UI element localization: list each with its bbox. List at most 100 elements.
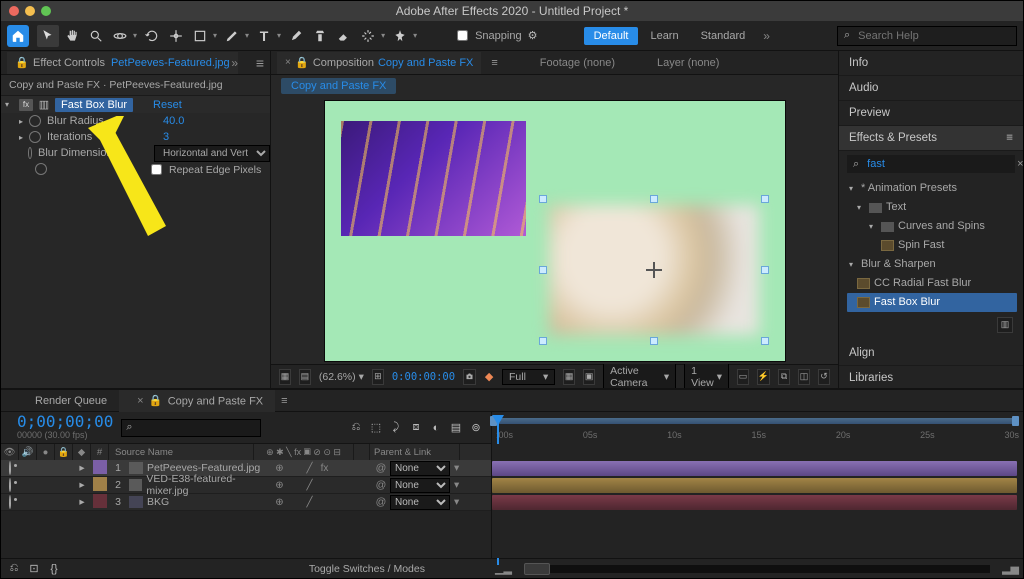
render-queue-tab[interactable]: Render Queue <box>23 391 119 411</box>
panel-effects-presets[interactable]: Effects & Presets ≡ <box>839 126 1023 151</box>
timeline-icon[interactable]: ⧉ <box>778 369 790 385</box>
timeline-comp-tab[interactable]: × 🔒 Copy and Paste FX <box>119 390 275 412</box>
transparency-grid-icon[interactable]: ▤ <box>299 369 311 385</box>
window-minimize-button[interactable] <box>25 6 35 16</box>
tree-blur-sharpen[interactable]: ▾Blur & Sharpen <box>847 255 1017 274</box>
parent-dropdown[interactable]: None <box>390 461 450 476</box>
twirl-icon[interactable]: ▸ <box>73 462 91 474</box>
stopwatch-icon[interactable] <box>29 115 41 127</box>
panel-preview[interactable]: Preview <box>839 101 1023 126</box>
tree-fast-box-blur[interactable]: Fast Box Blur <box>847 293 1017 312</box>
effect-name[interactable]: Fast Box Blur <box>55 98 133 112</box>
camera-dropdown[interactable]: Active Camera ▾ <box>603 363 676 391</box>
blur-radius-value[interactable]: 40.0 <box>163 115 184 127</box>
new-bin-icon[interactable]: ▥ <box>997 317 1013 333</box>
col-parent[interactable]: Parent & Link <box>370 444 460 460</box>
fast-preview-icon[interactable]: ⚡ <box>757 369 770 385</box>
effect-controls-layer-link[interactable]: PetPeeves-Featured.jpg <box>111 57 230 69</box>
composition-mini-flowchart-icon[interactable]: ⎌ <box>349 421 363 435</box>
toggle-switch-icon[interactable]: ⎌ <box>7 562 21 576</box>
label-color[interactable] <box>93 477 107 491</box>
view-layout-dropdown[interactable]: 1 View ▾ <box>684 363 729 391</box>
color-management-icon[interactable]: ◆ <box>484 370 494 384</box>
resize-handle[interactable] <box>539 337 547 345</box>
shape-tool[interactable] <box>189 25 211 47</box>
brush-tool[interactable] <box>285 25 307 47</box>
current-timecode[interactable]: 0:00:00:00 <box>392 371 455 383</box>
clear-search-icon[interactable]: × <box>1017 158 1023 170</box>
blur-dimensions-select[interactable]: Horizontal and Vert <box>154 145 270 162</box>
motion-blur-icon[interactable]: ◐ <box>429 421 443 435</box>
twirl-icon[interactable]: ▸ <box>73 479 91 491</box>
zoom-in-icon[interactable]: ▂▅ <box>998 562 1023 575</box>
snapshot-icon[interactable] <box>463 369 476 385</box>
composition-viewer[interactable] <box>271 97 838 364</box>
iterations-value[interactable]: 3 <box>163 131 169 143</box>
twirl-icon[interactable]: ▸ <box>19 133 23 142</box>
tree-cc-radial[interactable]: CC Radial Fast Blur <box>847 274 1017 293</box>
panel-menu-icon[interactable]: ≡ <box>1006 132 1013 144</box>
visibility-toggle[interactable] <box>9 495 11 509</box>
tree-text[interactable]: ▾Text <box>847 198 1017 217</box>
twirl-icon[interactable]: ▸ <box>19 117 23 126</box>
panel-menu-icon[interactable]: ≡ <box>256 55 264 71</box>
twirl-icon[interactable]: ▸ <box>73 496 91 508</box>
current-time-indicator[interactable] <box>492 415 504 429</box>
composition-tab[interactable]: × 🔒 Composition Copy and Paste FX <box>277 52 481 74</box>
type-tool[interactable]: T <box>253 25 275 47</box>
close-icon[interactable]: × <box>137 395 143 407</box>
toggle-switches-modes[interactable]: Toggle Switches / Modes <box>309 563 425 575</box>
comp-name-link[interactable]: Copy and Paste FX <box>378 57 473 69</box>
resolution-dropdown[interactable]: Full ▾ <box>502 369 555 385</box>
resize-handle[interactable] <box>650 195 658 203</box>
workspace-default[interactable]: Default <box>584 27 639 45</box>
workspace-standard[interactable]: Standard <box>691 26 756 46</box>
snapping-menu-icon[interactable]: ⚙ <box>526 29 540 43</box>
close-icon[interactable]: × <box>285 57 291 68</box>
effect-menu-icon[interactable]: ▥ <box>37 98 51 112</box>
help-search-input[interactable] <box>856 29 1010 43</box>
panel-info[interactable]: Info <box>839 51 1023 76</box>
pen-tool[interactable] <box>221 25 243 47</box>
visibility-toggle[interactable] <box>9 461 11 475</box>
label-color[interactable] <box>93 494 107 508</box>
clone-tool[interactable] <box>309 25 331 47</box>
effect-controls-tab[interactable]: 🔒 Effect Controls PetPeeves-Featured.jpg <box>7 52 238 74</box>
comp-flowchart-chip[interactable]: Copy and Paste FX <box>281 78 396 94</box>
layer-row-2[interactable]: ▸ 2 VED-E38-featured-mixer.jpg ⊕╱ @ None… <box>1 477 491 494</box>
pixel-aspect-icon[interactable]: ▭ <box>737 369 749 385</box>
layer-row-3[interactable]: ▸ 3 BKG ⊕╱ @ None▾ <box>1 494 491 511</box>
footage-tab[interactable]: Footage (none) <box>540 57 615 69</box>
stopwatch-icon[interactable] <box>28 147 33 159</box>
layer-search[interactable]: ⌕ <box>121 419 261 437</box>
work-area-bar[interactable] <box>492 418 1017 424</box>
resize-handle[interactable] <box>539 266 547 274</box>
snapping-toggle[interactable]: Snapping ⚙ <box>453 27 540 44</box>
tree-spin-fast[interactable]: Spin Fast <box>847 236 1017 255</box>
resize-handle[interactable] <box>761 266 769 274</box>
draft3d-icon[interactable]: ⬚ <box>369 421 383 435</box>
shy-icon[interactable]: ⤹ <box>389 421 403 435</box>
zoom-slider[interactable] <box>524 565 990 573</box>
layer-tab[interactable]: Layer (none) <box>657 57 719 69</box>
home-button[interactable] <box>7 25 29 47</box>
current-time[interactable]: 0;00;00;00 00000 (30.00 fps) <box>17 415 113 440</box>
col-source-name[interactable]: Source Name <box>109 444 254 460</box>
rotate-tool[interactable] <box>141 25 163 47</box>
effect-reset[interactable]: Reset <box>153 99 182 111</box>
region-of-interest-icon[interactable]: ▦ <box>279 369 291 385</box>
layer-bar-3[interactable] <box>492 494 1017 511</box>
composition-canvas[interactable] <box>325 101 785 361</box>
resolution-icon[interactable]: ⊞ <box>372 369 384 385</box>
anchor-tool[interactable] <box>165 25 187 47</box>
layer-mixer-image[interactable] <box>341 121 526 236</box>
frame-blend-icon[interactable]: ⧈ <box>409 421 423 435</box>
parent-dropdown[interactable]: None <box>390 478 450 493</box>
pickwhip-icon[interactable]: @ <box>372 496 390 508</box>
selection-tool[interactable] <box>37 25 59 47</box>
stopwatch-icon[interactable] <box>35 163 47 175</box>
resize-handle[interactable] <box>761 337 769 345</box>
resize-handle[interactable] <box>761 195 769 203</box>
panel-overflow[interactable]: » <box>225 56 244 70</box>
zoom-out-icon[interactable]: ▁▂ <box>491 562 516 575</box>
